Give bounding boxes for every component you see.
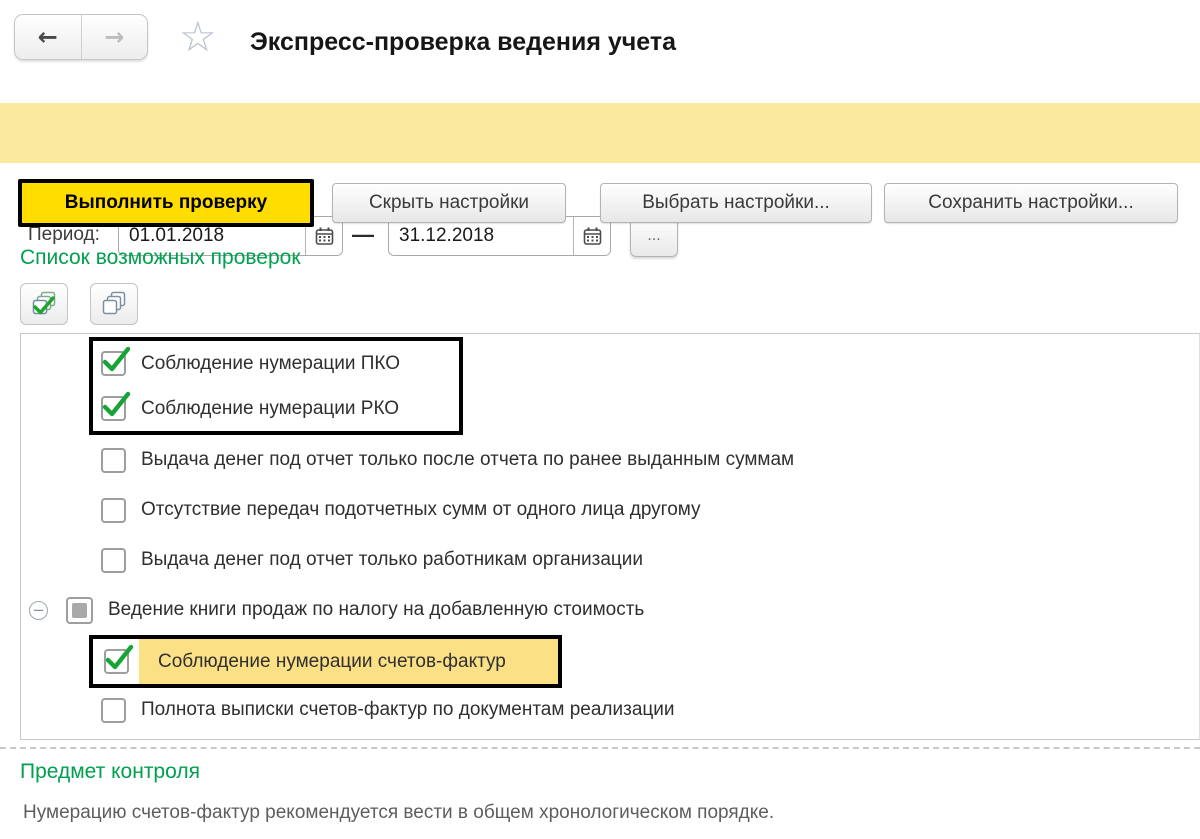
checkbox[interactable] — [101, 447, 126, 473]
stacked-pages-check-icon — [32, 291, 55, 314]
period-range-dash: — — [352, 222, 374, 247]
check-item-label: Полнота выписки счетов-фактур по докумен… — [141, 699, 675, 720]
check-item-row[interactable]: Соблюдение нумерации РКО — [93, 386, 459, 431]
checkbox[interactable] — [101, 346, 131, 376]
choose-settings-button[interactable]: Выбрать настройки... — [600, 183, 872, 223]
selected-row[interactable]: Соблюдение нумерации счетов-фактур — [139, 639, 558, 684]
forward-button[interactable]: → — [82, 15, 148, 59]
calendar-icon — [583, 227, 601, 245]
page-title: Экспресс-проверка ведения учета — [250, 28, 677, 56]
checks-list-panel: Соблюдение нумерации ПКО Соблюдение нуме… — [20, 333, 1200, 740]
checkbox[interactable] — [66, 596, 93, 624]
checkbox[interactable] — [101, 547, 126, 573]
check-item-label: Ведение книги продаж по налогу на добавл… — [108, 599, 645, 620]
run-check-button[interactable]: Выполнить проверку — [18, 179, 314, 227]
subject-section-title: Предмет контроля — [20, 760, 200, 783]
check-item-label: Выдача денег под отчет только работникам… — [141, 549, 644, 570]
tree-parent-row[interactable]: − Ведение книги продаж по налогу на доба… — [21, 585, 1199, 635]
check-item-row[interactable]: Выдача денег под отчет только после отче… — [21, 435, 1199, 485]
collapse-icon[interactable]: − — [29, 600, 48, 620]
highlight-annotation-box: Соблюдение нумерации счетов-фактур — [89, 635, 562, 688]
partial-mark — [72, 602, 87, 618]
check-item-label: Соблюдение нумерации счетов-фактур — [158, 650, 506, 672]
nav-history-group: ← → — [14, 14, 148, 60]
uncheck-all-button[interactable] — [90, 283, 138, 325]
checkmark-icon — [105, 644, 133, 670]
save-settings-button[interactable]: Сохранить настройки... — [884, 183, 1178, 223]
stacked-pages-icon — [102, 291, 125, 314]
hide-settings-button[interactable]: Скрыть настройки — [332, 183, 566, 223]
calendar-icon — [315, 227, 333, 245]
check-item-label: Отсутствие передач подотчетных сумм от о… — [141, 499, 701, 520]
check-item-row[interactable]: Соблюдение нумерации ПКО — [93, 341, 459, 386]
checkbox[interactable] — [101, 497, 126, 523]
checkmark-icon — [102, 346, 131, 372]
checkbox[interactable] — [101, 697, 126, 723]
checks-section-title: Список возможных проверок — [20, 246, 301, 269]
checkmark-icon — [102, 391, 131, 417]
check-item-row[interactable]: Выдача денег под отчет только работникам… — [21, 535, 1199, 585]
back-button[interactable]: ← — [15, 15, 82, 59]
period-label: Период: — [28, 224, 100, 245]
check-item-label: Соблюдение нумерации РКО — [141, 397, 400, 419]
checkbox-cell — [93, 639, 139, 684]
check-all-button[interactable] — [20, 283, 68, 325]
highlight-annotation-box: Соблюдение нумерации ПКО Соблюдение нуме… — [89, 337, 463, 435]
check-item-label: Соблюдение нумерации ПКО — [141, 352, 401, 374]
checkbox[interactable] — [103, 644, 133, 674]
check-item-row[interactable]: Отсутствие передач подотчетных сумм от о… — [21, 485, 1199, 535]
check-item-row[interactable]: Полнота выписки счетов-фактур по докумен… — [21, 688, 1199, 732]
checkbox[interactable] — [101, 391, 131, 421]
subject-description: Нумерацию счетов-фактур рекомендуется ве… — [23, 802, 775, 823]
check-item-label: Выдача денег под отчет только после отче… — [141, 449, 795, 470]
period-toolbar: Период: — — [0, 103, 1200, 257]
dashed-separator — [0, 747, 1200, 749]
favorite-star-icon[interactable]: ☆ — [179, 16, 217, 58]
